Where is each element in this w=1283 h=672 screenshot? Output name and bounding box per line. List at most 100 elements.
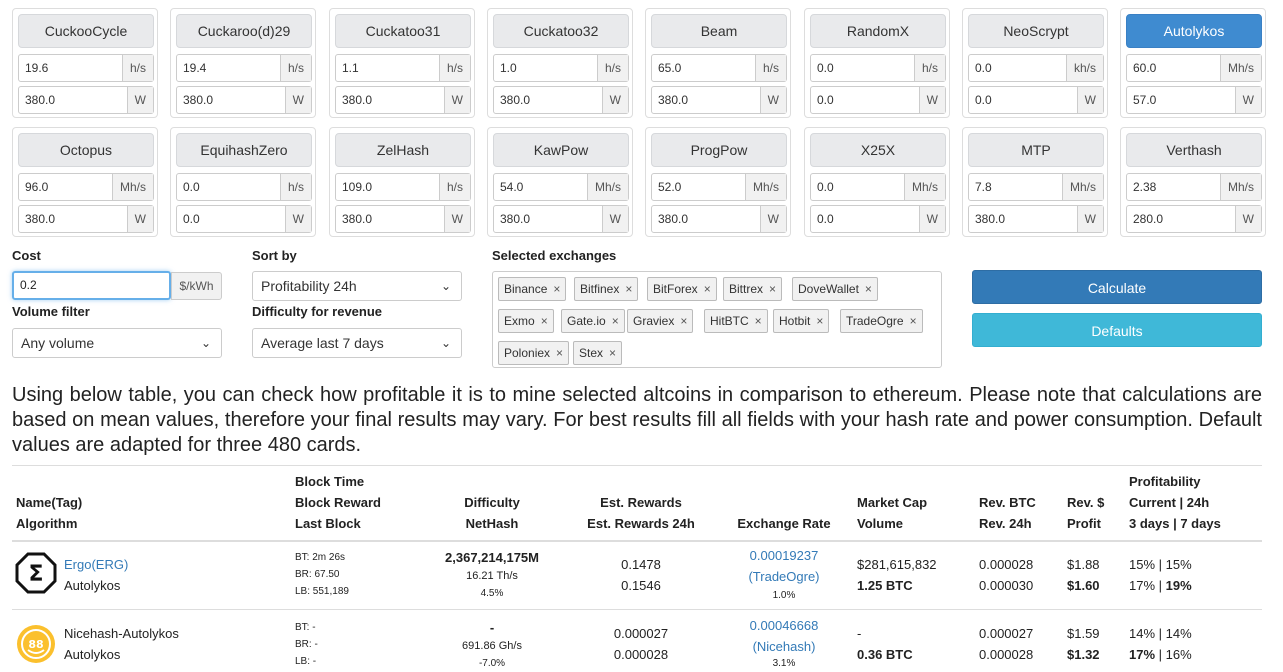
power-input[interactable]: 380.0: [19, 87, 127, 113]
difficulty-select[interactable]: Average last 7 days ⌄: [252, 328, 462, 358]
header-est-rewards[interactable]: Est. Rewards: [580, 492, 702, 513]
algorithm-toggle-button[interactable]: RandomX: [810, 14, 946, 48]
algorithm-toggle-button[interactable]: Verthash: [1126, 133, 1262, 167]
power-input[interactable]: 0.0: [177, 206, 285, 232]
header-name-tag[interactable]: Name(Tag): [16, 492, 82, 513]
header-algorithm[interactable]: Algorithm: [16, 513, 82, 534]
header-block-reward[interactable]: Block Reward: [295, 492, 381, 513]
remove-icon[interactable]: ×: [541, 314, 548, 328]
exchange-name-link[interactable]: (TradeOgre): [728, 566, 840, 587]
hashrate-input[interactable]: 19.4: [177, 55, 280, 81]
algorithm-toggle-button[interactable]: KawPow: [493, 133, 629, 167]
algorithm-toggle-button[interactable]: ProgPow: [651, 133, 787, 167]
remove-icon[interactable]: ×: [755, 314, 762, 328]
power-input[interactable]: 380.0: [494, 206, 602, 232]
remove-icon[interactable]: ×: [769, 282, 776, 296]
algorithm-toggle-button[interactable]: NeoScrypt: [968, 14, 1104, 48]
hashrate-input[interactable]: 52.0: [652, 174, 745, 200]
coin-name[interactable]: Nicehash-Autolykos: [64, 623, 179, 644]
header-rev-usd-label[interactable]: Rev. $: [1067, 492, 1104, 513]
header-rev-24h[interactable]: Rev. 24h: [979, 513, 1036, 534]
header-profit[interactable]: Profit: [1067, 513, 1104, 534]
power-input[interactable]: 0.0: [811, 87, 919, 113]
volume-filter-select[interactable]: Any volume ⌄: [12, 328, 222, 358]
exchange-rate-link[interactable]: 0.00046668: [728, 615, 840, 636]
hashrate-input[interactable]: 0.0: [811, 174, 904, 200]
header-nethash[interactable]: NetHash: [432, 513, 552, 534]
power-input[interactable]: 380.0: [969, 206, 1077, 232]
power-input[interactable]: 380.0: [177, 87, 285, 113]
remove-icon[interactable]: ×: [609, 346, 616, 360]
hashrate-input[interactable]: 1.0: [494, 55, 597, 81]
header-3d-7d[interactable]: 3 days | 7 days: [1129, 513, 1221, 534]
remove-icon[interactable]: ×: [625, 282, 632, 296]
algorithm-card: Cuckaroo(d)29 19.4 h/s 380.0 W: [170, 8, 316, 118]
power-input[interactable]: 380.0: [652, 206, 760, 232]
hashrate-input[interactable]: 0.0: [811, 55, 914, 81]
header-block-time[interactable]: Block Time: [295, 471, 381, 492]
remove-icon[interactable]: ×: [556, 346, 563, 360]
calculate-button[interactable]: Calculate: [972, 270, 1262, 304]
algorithm-toggle-button[interactable]: Cuckaroo(d)29: [176, 14, 312, 48]
remove-icon[interactable]: ×: [704, 282, 711, 296]
exchange-name-link[interactable]: (Nicehash): [728, 636, 840, 657]
algorithm-toggle-button[interactable]: Octopus: [18, 133, 154, 167]
hashrate-input[interactable]: 60.0: [1127, 55, 1220, 81]
hashrate-input[interactable]: 54.0: [494, 174, 587, 200]
header-profitability-label[interactable]: Profitability: [1129, 471, 1221, 492]
hashrate-input-group: 1.1 h/s: [335, 54, 471, 82]
algorithm-toggle-button[interactable]: X25X: [810, 133, 946, 167]
remove-icon[interactable]: ×: [680, 314, 687, 328]
power-input[interactable]: 280.0: [1127, 206, 1235, 232]
header-difficulty-label[interactable]: Difficulty: [432, 492, 552, 513]
algorithm-toggle-button[interactable]: MTP: [968, 133, 1104, 167]
header-exchange-rate[interactable]: Exchange Rate: [728, 513, 840, 534]
remove-icon[interactable]: ×: [612, 314, 619, 328]
algorithm-toggle-button[interactable]: Cuckatoo32: [493, 14, 629, 48]
header-last-block[interactable]: Last Block: [295, 513, 381, 534]
power-input[interactable]: 380.0: [336, 87, 444, 113]
power-input-group: 0.0 W: [810, 205, 946, 233]
hashrate-input[interactable]: 0.0: [177, 174, 280, 200]
hashrate-input[interactable]: 2.38: [1127, 174, 1220, 200]
power-input[interactable]: 0.0: [811, 206, 919, 232]
hashrate-input[interactable]: 96.0: [19, 174, 112, 200]
exchange-rate-link[interactable]: 0.00019237: [728, 545, 840, 566]
power-input[interactable]: 380.0: [652, 87, 760, 113]
exchange-tag: Bittrex ×: [723, 277, 783, 301]
hashrate-input[interactable]: 1.1: [336, 55, 439, 81]
header-current-24h[interactable]: Current | 24h: [1129, 492, 1221, 513]
power-input[interactable]: 380.0: [336, 206, 444, 232]
remove-icon[interactable]: ×: [865, 282, 872, 296]
hashrate-input[interactable]: 65.0: [652, 55, 755, 81]
header-market-cap[interactable]: Market Cap: [857, 492, 927, 513]
algorithm-toggle-button[interactable]: EquihashZero: [176, 133, 312, 167]
power-input[interactable]: 0.0: [969, 87, 1077, 113]
power-unit: W: [1234, 206, 1261, 232]
hashrate-input[interactable]: 7.8: [969, 174, 1062, 200]
defaults-button[interactable]: Defaults: [972, 313, 1262, 347]
algorithm-toggle-button[interactable]: CuckooCycle: [18, 14, 154, 48]
sort-by-select[interactable]: Profitability 24h ⌄: [252, 271, 462, 301]
exchanges-multiselect[interactable]: Binance × Bitfinex × BitForex × Bittrex × DoveWa…: [492, 271, 942, 368]
coin-name-link[interactable]: Ergo(ERG): [64, 554, 128, 575]
power-input[interactable]: 380.0: [19, 206, 127, 232]
header-volume[interactable]: Volume: [857, 513, 927, 534]
header-rev-btc-label[interactable]: Rev. BTC: [979, 492, 1036, 513]
remove-icon[interactable]: ×: [910, 314, 917, 328]
hashrate-input-group: 19.6 h/s: [18, 54, 154, 82]
remove-icon[interactable]: ×: [553, 282, 560, 296]
algorithm-toggle-button[interactable]: ZelHash: [335, 133, 471, 167]
cost-input[interactable]: 0.2: [12, 271, 171, 300]
algorithm-toggle-button[interactable]: Autolykos: [1126, 14, 1262, 48]
hashrate-input[interactable]: 109.0: [336, 174, 439, 200]
hashrate-input[interactable]: 0.0: [969, 55, 1066, 81]
hashrate-input-group: 0.0 h/s: [810, 54, 946, 82]
hashrate-input[interactable]: 19.6: [19, 55, 122, 81]
header-est-rewards-24h[interactable]: Est. Rewards 24h: [580, 513, 702, 534]
remove-icon[interactable]: ×: [816, 314, 823, 328]
algorithm-toggle-button[interactable]: Cuckatoo31: [335, 14, 471, 48]
algorithm-toggle-button[interactable]: Beam: [651, 14, 787, 48]
power-input[interactable]: 380.0: [494, 87, 602, 113]
power-input[interactable]: 57.0: [1127, 87, 1235, 113]
